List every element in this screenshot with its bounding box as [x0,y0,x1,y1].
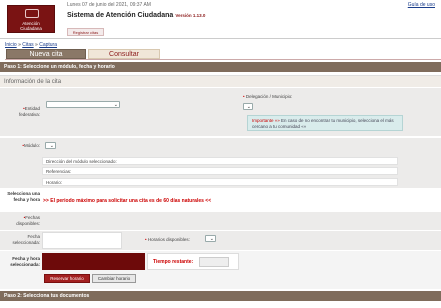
breadcrumb: Inicio » Citas » Captura [5,42,57,48]
modulo-label-text: Módulo: [23,143,40,148]
chevron-down-icon: ⌄ [209,236,214,242]
chevron-down-icon: ⌄ [49,143,54,149]
modulo-select[interactable]: ⌄ [45,142,56,149]
fecha-hora-label: Fecha y hora seleccionada: [2,256,40,267]
fecha-seleccionada-field [42,232,122,249]
cambiar-horario-button[interactable]: Cambiar horario [92,274,136,283]
fechas-label-text: Fechas disponibles: [16,215,40,226]
app-title-text: Sistema de Atención Ciudadana [67,12,174,19]
fecha-seleccionada-label: Fecha seleccionada: [12,234,40,245]
logo-mark-icon [25,9,39,18]
entidad-label: •Entidad federativa: [2,106,40,117]
required-mark: • [145,237,147,242]
entidad-select[interactable]: ⌄ [46,101,120,108]
app-version: Versión 1.13.0 [175,13,206,18]
referencias-field: Referencias: [42,167,398,175]
selecciona-label-text: Selecciona una fecha y hora [7,191,40,202]
periodo-warning: >> El periodo máximo para solicitar una … [43,198,212,204]
tiempo-label: Tiempo restante: [153,259,194,265]
step1-header: Paso 1: Seleccione un módulo, fecha y ho… [0,62,441,72]
required-mark: • [243,94,245,99]
delegacion-select[interactable]: ⌄ [243,103,253,110]
horario-field: Horario: [42,178,398,186]
step2-header: Paso 2: Selecciona tus documentos [0,291,441,301]
horarios-label-text: Horarios disponibles: [147,237,190,242]
app-title: Sistema de Atención Ciudadana Versión 1.1… [67,12,205,19]
tab-nueva-cita[interactable]: Nueva cita [6,49,86,59]
delegacion-label-text: Delegación / Municipio: [245,94,293,99]
header-divider [0,38,441,39]
fecha-hora-label-text: Fecha y hora seleccionada: [10,256,40,267]
horarios-label: • Horarios disponibles: [145,237,190,242]
direccion-field: Dirección del módulo seleccionado: [42,157,398,165]
modulo-label: •Módulo: [2,143,40,149]
current-date: Lunes 07 de junio del 2021, 09:37 AM [67,2,151,8]
logo-text-line2: Ciudadana [20,26,42,31]
breadcrumb-current[interactable]: Captura [39,42,57,48]
atencion-ciudadana-logo: Atención Ciudadana [7,5,55,33]
fechas-row [0,212,441,230]
selecciona-label: Selecciona una fecha y hora [2,191,40,202]
tab-consultar[interactable]: Consultar [88,49,160,59]
delegacion-label: • Delegación / Municipio: [243,94,292,99]
entidad-label-text: Entidad federativa: [18,106,40,117]
breadcrumb-home[interactable]: Inicio [5,42,17,48]
chevron-down-icon: ⌄ [113,102,118,108]
note-important-label: Importante »» [252,118,282,123]
fechas-label: •Fechas disponibles: [2,215,40,226]
fecha-hora-display [42,253,145,270]
help-link[interactable]: Guía de uso [408,2,435,8]
chevron-down-icon: ⌄ [246,104,251,110]
reservar-horario-button[interactable]: Reservar horario [44,274,90,283]
section-title: Información de la cita [0,75,441,87]
tab-underline [5,59,441,60]
important-note: Importante »» En caso de no encontrar tu… [247,115,403,131]
horarios-select[interactable]: ⌄ [205,235,216,242]
tiempo-value [199,257,229,267]
breadcrumb-citas[interactable]: Citas [22,42,33,48]
registrar-citas-button[interactable]: Registrar citas [67,28,104,36]
